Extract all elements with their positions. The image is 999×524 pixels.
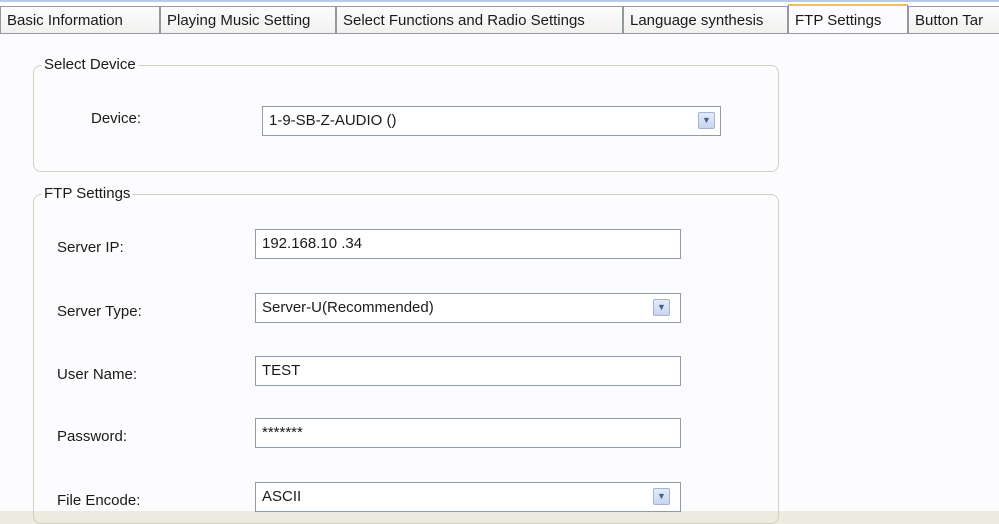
ftp-settings-title: FTP Settings	[42, 185, 133, 202]
tab-ftp-settings[interactable]: FTP Settings	[788, 4, 908, 33]
device-select[interactable]: 1-9-SB-Z-AUDIO () ▼	[262, 106, 721, 136]
password-input[interactable]: *******	[255, 418, 681, 448]
tab-panel-ftp-settings: Select Device Device: 1-9-SB-Z-AUDIO () …	[0, 33, 999, 524]
device-select-value: 1-9-SB-Z-AUDIO ()	[269, 112, 397, 129]
tab-basic-information[interactable]: Basic Information	[0, 6, 160, 33]
server-ip-input[interactable]: 192.168.10 .34	[255, 229, 681, 259]
password-label: Password:	[57, 428, 128, 445]
tab-strip: Basic Information Playing Music Setting …	[0, 0, 999, 33]
chevron-down-icon[interactable]: ▼	[698, 112, 715, 129]
server-type-value: Server-U(Recommended)	[262, 299, 434, 316]
chevron-down-icon[interactable]: ▼	[653, 299, 670, 316]
chevron-down-icon[interactable]: ▼	[653, 488, 670, 505]
file-encode-value: ASCII	[262, 488, 302, 505]
tab-playing-music-setting[interactable]: Playing Music Setting	[160, 6, 336, 33]
device-label: Device:	[91, 110, 142, 127]
server-ip-label: Server IP:	[57, 239, 124, 256]
server-type-label: Server Type:	[57, 303, 142, 320]
tab-select-functions-radio-settings[interactable]: Select Functions and Radio Settings	[336, 6, 623, 33]
select-device-title: Select Device	[42, 56, 138, 73]
file-encode-label: File Encode:	[57, 492, 141, 509]
user-name-label: User Name:	[57, 366, 138, 383]
tab-button-target[interactable]: Button Tar	[908, 6, 999, 33]
file-encode-select[interactable]: ASCII ▼	[255, 482, 681, 512]
server-type-select[interactable]: Server-U(Recommended) ▼	[255, 293, 681, 323]
tab-language-synthesis[interactable]: Language synthesis	[623, 6, 788, 33]
user-name-input[interactable]: TEST	[255, 356, 681, 386]
